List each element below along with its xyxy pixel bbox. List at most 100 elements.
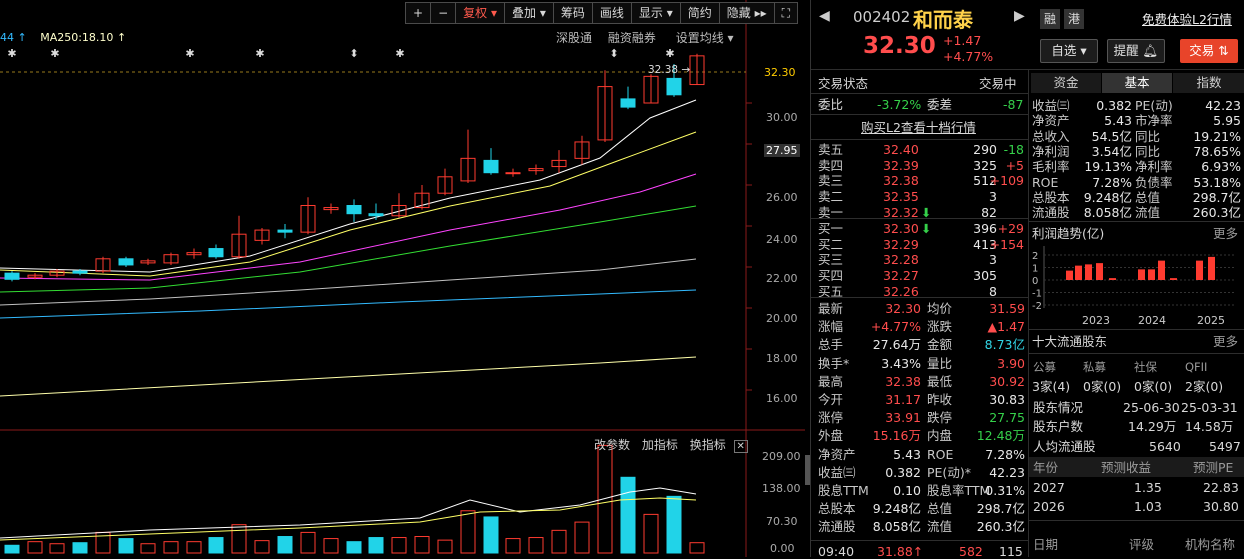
- display-button[interactable]: 显示 ▾: [630, 2, 680, 24]
- trade-status-label: 交易状态: [818, 76, 869, 91]
- basic-value: 298.7亿: [1192, 189, 1241, 205]
- fund-count: 2家(0): [1185, 379, 1224, 394]
- caret-down-icon: ▾: [662, 6, 673, 20]
- volume-bar: [163, 541, 179, 554]
- event-marker-icon: ✱: [665, 47, 674, 60]
- quote-panel: ◀ 002402 和而泰 ▶ 融 港 免费体验L2行情 32.30 +1.47 …: [810, 0, 1244, 559]
- stat-label: 流通股: [818, 519, 856, 535]
- price-tick-last: 32.30: [764, 66, 796, 79]
- forecast-eps-header: 预测收益: [1101, 460, 1152, 475]
- holder-count: 14.58万: [1185, 419, 1234, 434]
- basic-value: 3.54亿: [1091, 143, 1132, 159]
- stat-value: 0.10: [893, 483, 921, 498]
- stat-label: 量比: [927, 355, 953, 371]
- avg-holding: 5497: [1209, 439, 1241, 454]
- basic-value: 260.3亿: [1192, 205, 1241, 221]
- change-param-link[interactable]: 改参数: [594, 438, 630, 452]
- kline-chart[interactable]: ✱ ✱ ✱ ✱ ⬍ ✱ ⬍ ✱: [0, 0, 805, 557]
- volume-bar: [483, 516, 499, 554]
- switch-indicator-link[interactable]: 换指标: [690, 438, 726, 452]
- profit-bar: [1138, 269, 1145, 280]
- set-ma-link[interactable]: 设置均线: [676, 31, 724, 45]
- draw-line-button[interactable]: 画线: [591, 2, 631, 24]
- buy-price: 32.30: [883, 221, 919, 236]
- profit-more-link[interactable]: 更多: [1213, 226, 1238, 241]
- stat-label: 跌停: [927, 410, 953, 426]
- chips-button[interactable]: 筹码: [552, 2, 592, 24]
- swap-icon: ⇅: [1214, 43, 1229, 58]
- stat-label: 涨跌: [927, 319, 953, 335]
- buy-l2-link[interactable]: 购买L2查看十档行情: [861, 120, 976, 135]
- sell-row[interactable]: 卖二 32.35 3: [811, 189, 1028, 204]
- tab-basic[interactable]: 基本: [1102, 73, 1172, 93]
- add-indicator-link[interactable]: 加指标: [642, 438, 678, 452]
- forecast-pe-header: 预测PE: [1193, 460, 1234, 475]
- down-arrow-icon: ⬇: [921, 221, 932, 236]
- stat-label: 金额: [927, 337, 953, 353]
- forecast-pe: 22.83: [1203, 480, 1239, 495]
- margin-trading-link[interactable]: 融资融券: [608, 31, 656, 45]
- tab-index[interactable]: 指数: [1173, 73, 1244, 93]
- alert-button[interactable]: 提醒 🔔︎: [1107, 39, 1165, 63]
- close-icon[interactable]: ✕: [733, 440, 748, 453]
- stat-value: 0.31%: [985, 483, 1025, 498]
- overlay-button[interactable]: 叠加 ▾: [503, 2, 553, 24]
- buy-delta: +29: [997, 221, 1024, 236]
- stat-value: 30.83: [989, 392, 1025, 407]
- basic-row: 流通股 8.058亿 流值 260.3亿: [1029, 205, 1244, 220]
- adjust-button[interactable]: 复权 ▾: [455, 2, 504, 24]
- stat-value: 30.92: [989, 373, 1025, 389]
- margin-tag[interactable]: 融: [1040, 9, 1060, 29]
- chart-links: 深股通 融资融券 设置均线 ▾: [556, 29, 734, 46]
- candle-body: [118, 258, 134, 266]
- buy-row[interactable]: 买一 32.30 396 +29: [811, 221, 1028, 236]
- sell-level: 卖五: [818, 142, 844, 157]
- holders-more-link[interactable]: 更多: [1213, 334, 1238, 349]
- basic-value: 5.43: [1104, 113, 1132, 129]
- sell-delta: +5: [1005, 157, 1024, 173]
- basic-label: 收益㈢: [1032, 98, 1070, 113]
- buy-row[interactable]: 买二 32.29 413 +154: [811, 237, 1028, 252]
- basic-row: 总股本 9.248亿 总值 298.7亿: [1029, 190, 1244, 205]
- volume-bar: [27, 541, 43, 554]
- caret-down-icon: ▾: [1076, 43, 1087, 58]
- profit-trend-title: 利润趋势(亿): [1032, 226, 1105, 241]
- zoom-in-button[interactable]: +: [405, 2, 431, 24]
- tab-funds[interactable]: 资金: [1031, 73, 1101, 93]
- basic-value: 6.93%: [1201, 159, 1241, 175]
- weibi-label: 委比: [818, 97, 844, 112]
- price-tick: 30.00: [766, 111, 798, 124]
- chart-toolbar: + − 复权 ▾ 叠加 ▾ 筹码 画线 显示 ▾ 简约 隐藏 ▸▸ ⛶: [405, 2, 799, 24]
- sell-row[interactable]: 卖四 32.39 325 +5: [811, 158, 1028, 173]
- event-marker-icon: ✱: [255, 47, 264, 60]
- profit-bar: [1170, 278, 1177, 280]
- weicha-label: 委差: [927, 97, 953, 112]
- profit-year: 2023: [1082, 314, 1110, 326]
- buy-price: 32.28: [883, 252, 919, 268]
- trade-button[interactable]: 交易 ⇅: [1180, 39, 1238, 63]
- stat-label: 内盘: [927, 428, 953, 444]
- candle-body: [346, 205, 362, 215]
- buy-volume: 3: [989, 252, 997, 268]
- shengutong-link[interactable]: 深股通: [556, 31, 592, 45]
- sell-row[interactable]: 卖三 32.38 512 +109: [811, 173, 1028, 188]
- next-stock-icon[interactable]: ▶: [1014, 8, 1025, 24]
- zoom-out-button[interactable]: −: [430, 2, 456, 24]
- fund-type: QFII: [1185, 360, 1208, 374]
- profit-bar: [1148, 269, 1155, 280]
- volume-bar: [414, 536, 430, 554]
- buy-row[interactable]: 买四 32.27 305: [811, 268, 1028, 283]
- prev-stock-icon[interactable]: ◀: [819, 8, 830, 24]
- buy-volume: 305: [973, 268, 997, 284]
- simple-button[interactable]: 简约: [679, 2, 719, 24]
- holder-date: 25-06-30: [1123, 400, 1180, 415]
- l2-trial-link[interactable]: 免费体验L2行情: [1142, 9, 1232, 28]
- vol-ma10-line: [0, 497, 697, 541]
- rating-date-header: 日期: [1033, 537, 1059, 552]
- institution-header: 机构名称: [1185, 537, 1236, 552]
- sell-row[interactable]: 卖五 32.40 290 -18: [811, 142, 1028, 157]
- buy-row[interactable]: 买三 32.28 3: [811, 252, 1028, 267]
- hk-tag[interactable]: 港: [1064, 9, 1084, 29]
- add-watchlist-button[interactable]: 自选 ▾: [1040, 39, 1098, 63]
- kline-panel[interactable]: ✱ ✱ ✱ ✱ ⬍ ✱ ⬍ ✱: [0, 0, 805, 557]
